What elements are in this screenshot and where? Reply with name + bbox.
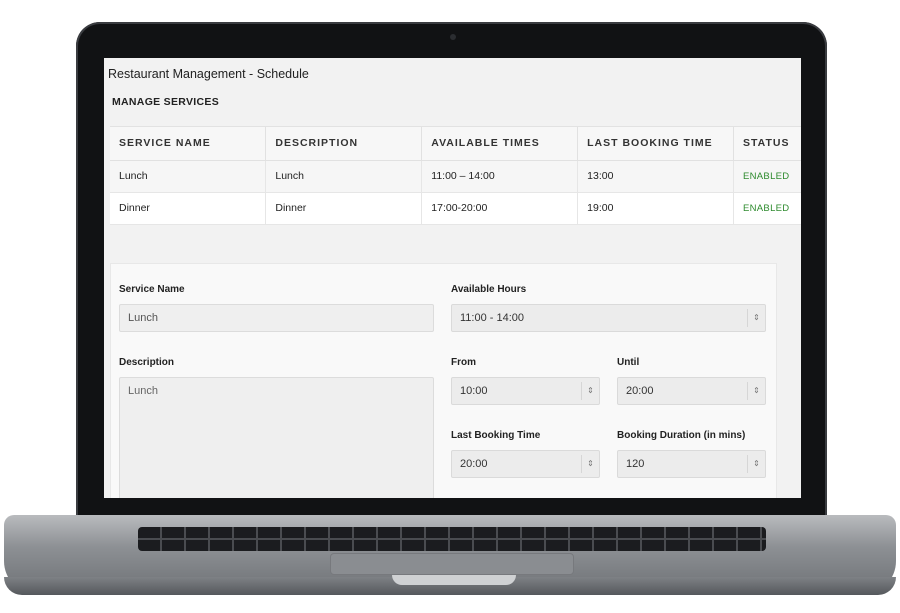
from-value: 10:00 — [460, 385, 488, 397]
app-screen: Restaurant Management - Schedule MANAGE … — [104, 58, 801, 498]
cell-service-name: Lunch — [110, 160, 267, 193]
updown-arrows-icon: ⇕ — [747, 382, 765, 400]
column-header-last-booking-time[interactable]: LAST BOOKING TIME — [577, 127, 734, 161]
cell-available-times: 11:00 – 14:00 — [421, 160, 579, 193]
column-header-description[interactable]: DESCRIPTION — [265, 127, 423, 161]
booking-duration-select[interactable]: 120 ⇕ — [617, 450, 766, 478]
last-booking-time-label: Last Booking Time — [451, 430, 541, 441]
until-value: 20:00 — [626, 385, 654, 397]
app-title: Restaurant Management - Schedule — [108, 67, 309, 81]
table-header-row: SERVICE NAME DESCRIPTION AVAILABLE TIMES… — [110, 127, 801, 161]
booking-duration-value: 120 — [626, 458, 645, 470]
column-header-available-times[interactable]: AVAILABLE TIMES — [421, 127, 579, 161]
cell-available-times: 17:00-20:00 — [421, 192, 579, 225]
laptop-trackpad — [330, 553, 574, 575]
services-table-panel: SERVICE NAME DESCRIPTION AVAILABLE TIMES… — [110, 126, 801, 225]
last-booking-time-value: 20:00 — [460, 458, 488, 470]
column-header-service-name[interactable]: SERVICE NAME — [110, 127, 267, 161]
status-badge: ENABLED — [733, 192, 801, 225]
last-booking-time-select[interactable]: 20:00 ⇕ — [451, 450, 600, 478]
available-hours-select[interactable]: 11:00 - 14:00 ⇕ — [451, 304, 766, 332]
booking-duration-label: Booking Duration (in mins) — [617, 430, 746, 441]
status-badge: ENABLED — [733, 160, 801, 193]
description-textarea[interactable]: Lunch — [119, 377, 434, 498]
column-header-status[interactable]: STATUS — [733, 127, 801, 161]
table-row[interactable]: Dinner Dinner 17:00-20:00 19:00 ENABLED — [110, 192, 801, 225]
camera-icon — [450, 34, 456, 40]
cell-description: Lunch — [265, 160, 423, 193]
until-label: Until — [617, 357, 640, 368]
cell-last-booking-time: 19:00 — [577, 192, 734, 225]
laptop-notch — [392, 575, 516, 585]
cell-description: Dinner — [265, 192, 423, 225]
cell-service-name: Dinner — [110, 192, 267, 225]
updown-arrows-icon: ⇕ — [747, 309, 765, 327]
available-hours-value: 11:00 - 14:00 — [460, 312, 525, 324]
service-form: Service Name Lunch Available Hours 11:00… — [110, 263, 777, 498]
updown-arrows-icon: ⇕ — [747, 455, 765, 473]
available-hours-label: Available Hours — [451, 284, 527, 295]
until-select[interactable]: 20:00 ⇕ — [617, 377, 766, 405]
cell-last-booking-time: 13:00 — [577, 160, 734, 193]
updown-arrows-icon: ⇕ — [581, 455, 599, 473]
description-label: Description — [119, 357, 175, 368]
service-name-label: Service Name — [119, 284, 185, 295]
service-name-input[interactable]: Lunch — [119, 304, 434, 332]
from-select[interactable]: 10:00 ⇕ — [451, 377, 600, 405]
services-table: SERVICE NAME DESCRIPTION AVAILABLE TIMES… — [110, 127, 801, 225]
laptop-keyboard — [138, 527, 766, 551]
section-title: MANAGE SERVICES — [112, 96, 219, 108]
table-row[interactable]: Lunch Lunch 11:00 – 14:00 13:00 ENABLED — [110, 160, 801, 193]
updown-arrows-icon: ⇕ — [581, 382, 599, 400]
from-label: From — [451, 357, 476, 368]
